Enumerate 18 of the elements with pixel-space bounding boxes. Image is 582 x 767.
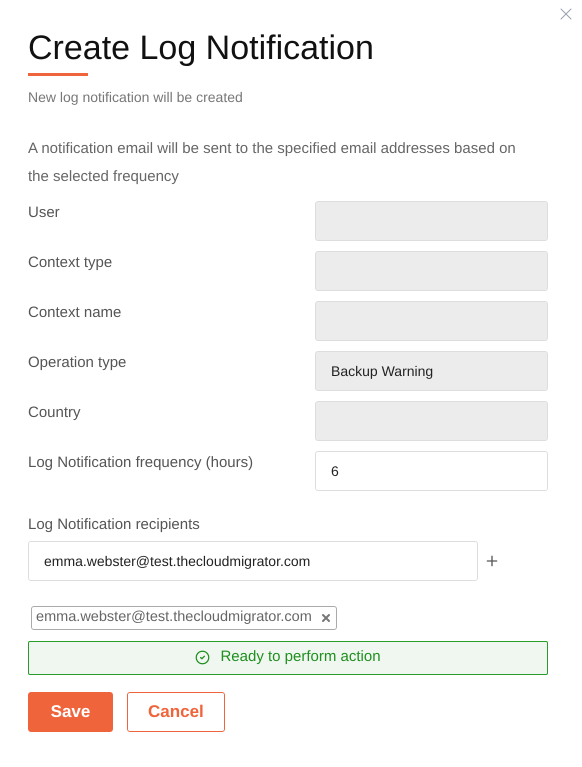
add-icon[interactable]: [484, 552, 500, 568]
field-label: Log Notification frequency (hours): [28, 453, 254, 473]
field-label: Context name: [28, 303, 122, 323]
tag-text: emma.webster@test.thecloudmigrator.com: [36, 608, 312, 627]
field-label: Operation type: [28, 353, 126, 373]
field-label: Log Notification recipients: [28, 515, 201, 535]
input-field[interactable]: 6: [315, 451, 548, 491]
input-field[interactable]: emma.webster@test.thecloudmigrator.com: [28, 540, 478, 580]
dialog-subtitle: New log notification will be created: [28, 88, 244, 107]
status-text: Ready to perform action: [220, 647, 381, 668]
title-underline: [28, 73, 88, 76]
field-label: User: [28, 203, 60, 223]
dialog-title: Create Log Notification: [28, 28, 375, 68]
remove-icon[interactable]: [320, 612, 332, 624]
field-label: Context type: [28, 253, 112, 273]
check-circle-icon: [195, 650, 210, 665]
description-text: A notification email will be sent to the specified email addresses based on the selected frequency: [28, 139, 517, 187]
field-label: Country: [28, 403, 81, 423]
